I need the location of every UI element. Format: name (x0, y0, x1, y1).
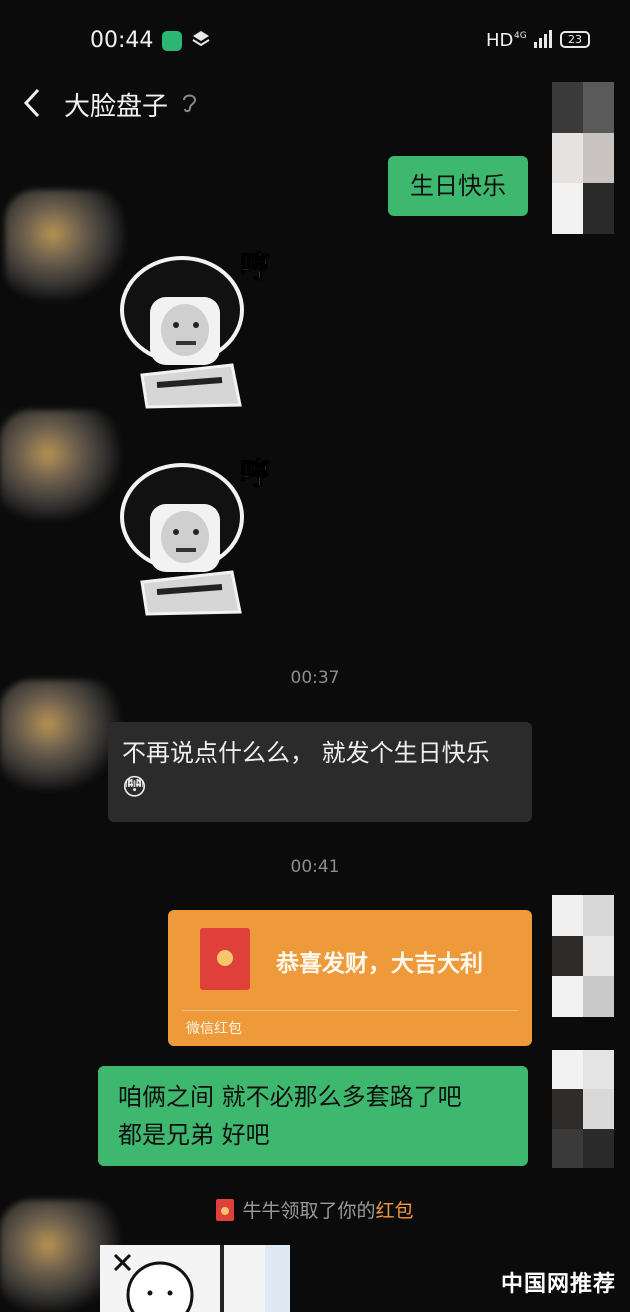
ear-icon (183, 94, 197, 113)
status-time: 00:44 (90, 28, 154, 53)
sticker-caption: 哼 (240, 457, 270, 492)
message-text: 都是兄弟 好吧 (118, 1121, 270, 1149)
red-packet-title: 恭喜发财，大吉大利 (276, 951, 483, 977)
notice-text: 牛牛领取了你的 (242, 1200, 376, 1222)
my-avatar[interactable] (552, 1050, 614, 1168)
red-packet-link[interactable]: 红包 (376, 1200, 414, 1222)
message-text: 咱俩之间 就不必那么多套路了吧 (118, 1083, 462, 1111)
contact-avatar[interactable] (0, 680, 120, 790)
flushed-face-emoji: 😳 (122, 773, 148, 801)
message-timestamp: 00:37 (290, 668, 340, 688)
message-bubble-outgoing[interactable]: 生日快乐 (388, 156, 528, 216)
message-bubble-outgoing[interactable]: 咱俩之间 就不必那么多套路了吧 都是兄弟 好吧 (98, 1066, 528, 1166)
red-packet-label: 微信红包 (186, 1021, 242, 1037)
my-avatar[interactable] (552, 895, 614, 1017)
my-avatar[interactable] (552, 82, 614, 234)
red-packet-card[interactable]: 恭喜发财，大吉大利 微信红包 (168, 910, 532, 1046)
sticker-caption: 哼 (240, 250, 270, 285)
chat-title: 大脸盘子 (64, 92, 169, 122)
battery-icon: 23 (560, 31, 590, 48)
red-envelope-icon (216, 1199, 235, 1221)
layers-icon (192, 31, 210, 47)
watermark-text: 中国网推荐 (500, 1272, 616, 1297)
wechat-notification-icon (162, 31, 182, 51)
contact-avatar[interactable] (0, 410, 120, 520)
sticker-image[interactable]: 哼 (112, 452, 282, 622)
red-envelope-icon (200, 928, 250, 990)
contact-avatar[interactable] (5, 190, 125, 300)
message-bubble-incoming[interactable]: 不再说点什么么， 就发个生日快乐 😳 (108, 722, 532, 822)
divider (182, 1010, 518, 1011)
red-packet-claimed-notice: 牛牛领取了你的红包 (0, 1196, 630, 1223)
hd-indicator: HD (486, 30, 514, 51)
back-chevron-icon[interactable] (18, 86, 46, 120)
sticker-image[interactable]: 哼 (112, 245, 282, 415)
message-text: 不再说点什么么， 就发个生日快乐 (122, 739, 490, 767)
svg-text:4G: 4G (514, 31, 527, 41)
message-timestamp: 00:41 (290, 857, 340, 877)
sticker-image[interactable] (100, 1245, 290, 1312)
signal-icon: 4G (514, 30, 552, 48)
message-text: 生日快乐 (410, 172, 506, 200)
